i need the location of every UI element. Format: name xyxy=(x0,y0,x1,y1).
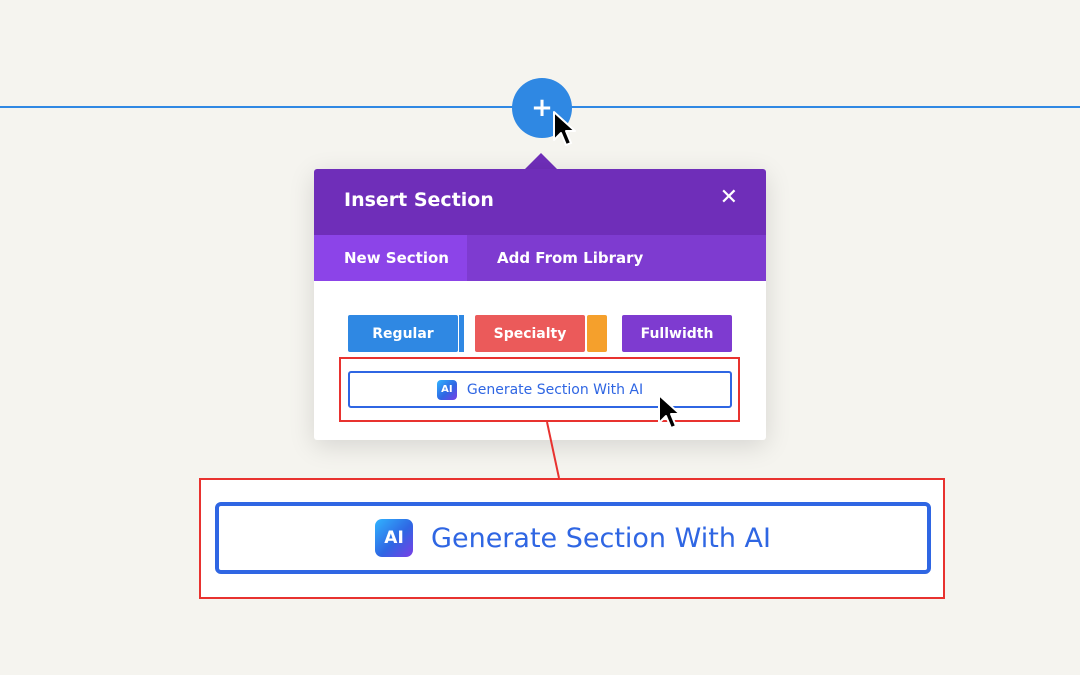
zoomed-generate-section-label: Generate Section With AI xyxy=(431,522,771,554)
zoomed-generate-section-button[interactable]: AI Generate Section With AI xyxy=(215,502,931,574)
ai-icon: AI xyxy=(375,519,414,557)
